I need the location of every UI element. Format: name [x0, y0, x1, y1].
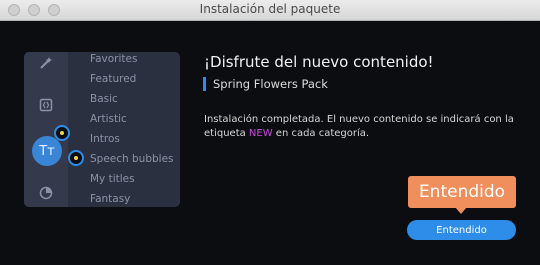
category-fantasy[interactable]: Fantasy	[90, 193, 130, 205]
preview-panel: Favorites Featured Basic Artistic Intros…	[24, 52, 180, 207]
category-my-titles[interactable]: My titles	[90, 173, 135, 185]
message-text: en cada categoría.	[272, 128, 370, 139]
ok-button[interactable]: Entendido	[407, 220, 516, 240]
category-featured[interactable]: Featured	[90, 73, 136, 85]
tooltip-arrow	[455, 207, 467, 214]
window-title: Instalación del paquete	[199, 2, 341, 16]
install-dialog: Instalación del paquete Favorites Featur…	[0, 0, 540, 265]
clock-icon	[36, 183, 56, 203]
wand-icon	[36, 53, 56, 73]
install-message: Instalación completada. El nuevo conteni…	[204, 113, 514, 141]
category-speech-bubbles[interactable]: Speech bubbles	[90, 153, 174, 165]
category-favorites[interactable]: Favorites	[90, 53, 137, 65]
category-intros[interactable]: Intros	[90, 133, 120, 145]
tooltip-callout: Entendido	[408, 176, 516, 208]
category-artistic[interactable]: Artistic	[90, 113, 127, 125]
new-indicator-dot	[68, 150, 84, 166]
brackets-icon	[36, 95, 56, 115]
headline: ¡Disfrute del nuevo contenido!	[204, 53, 434, 71]
new-tag: NEW	[248, 128, 273, 139]
pack-name: Spring Flowers Pack	[203, 77, 328, 91]
new-indicator-dot	[54, 125, 70, 141]
text-icon[interactable]: Tт	[32, 136, 62, 166]
titlebar: Instalación del paquete	[0, 0, 540, 21]
category-basic[interactable]: Basic	[90, 93, 118, 105]
